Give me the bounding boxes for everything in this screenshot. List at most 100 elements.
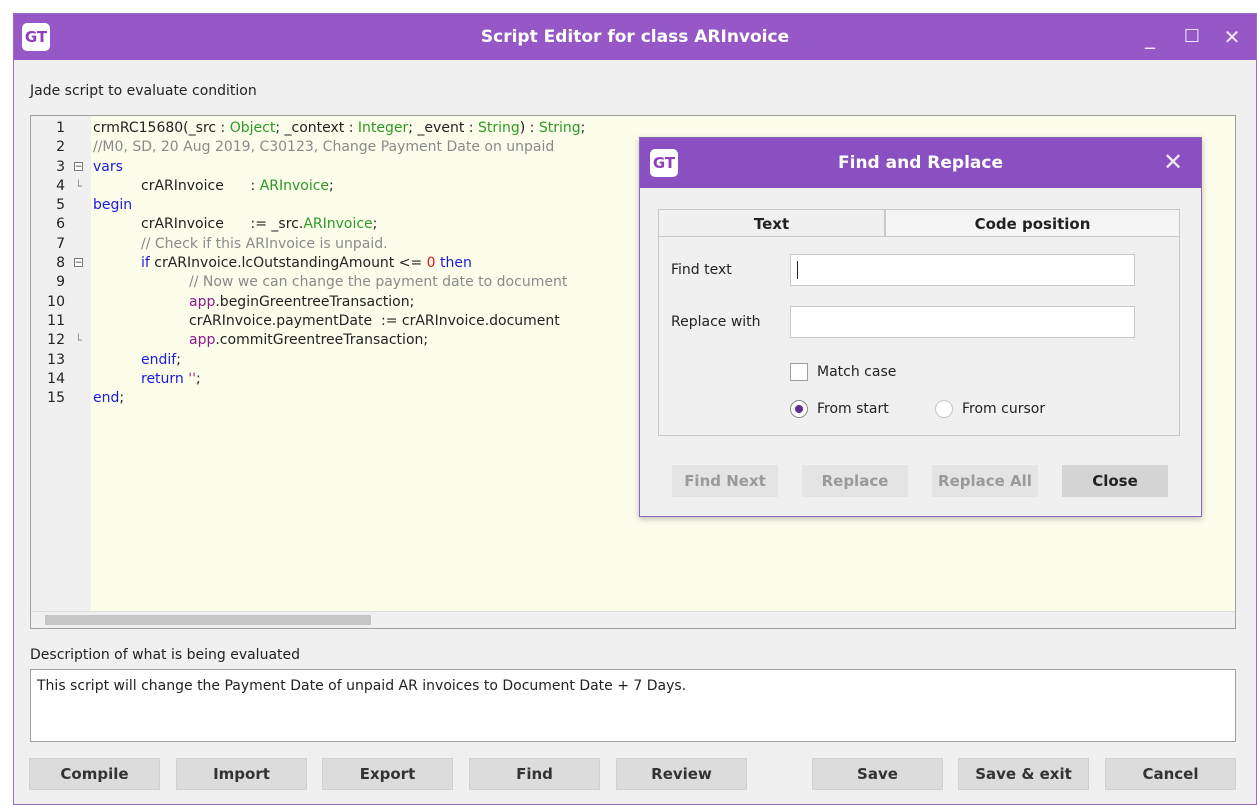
code-token: app	[189, 332, 216, 349]
code-token: ''	[188, 370, 196, 387]
code-token: return	[141, 370, 189, 387]
code-text[interactable]: crARInvoice := _src.ARInvoice;	[141, 215, 377, 234]
line-number: 13	[47, 351, 65, 368]
match-case-label[interactable]: Match case	[817, 364, 896, 380]
code-text[interactable]: crARInvoice.paymentDate := crARInvoice.d…	[189, 312, 560, 331]
compile-button[interactable]: Compile	[29, 758, 160, 790]
dialog-title-bar[interactable]: GT Find and Replace ✕	[640, 138, 1201, 188]
replace-button[interactable]: Replace	[802, 465, 908, 497]
code-token: // Now we can change the payment date to…	[189, 274, 568, 291]
code-token: ;	[329, 177, 334, 194]
line-number: 10	[47, 293, 65, 310]
match-case-checkbox[interactable]	[790, 363, 808, 381]
code-text[interactable]: if crARInvoice.lcOutstandingAmount <= 0 …	[141, 254, 472, 273]
from-start-radio[interactable]	[790, 400, 808, 418]
code-text[interactable]: // Check if this ARInvoice is unpaid.	[141, 235, 388, 254]
code-text[interactable]: endif;	[141, 351, 181, 370]
line-number: 5	[56, 197, 65, 214]
dialog-title: Find and Replace	[838, 153, 1003, 173]
line-number: 6	[56, 216, 65, 233]
save-button[interactable]: Save	[812, 758, 943, 790]
script-editor-window: GT Script Editor for class ARInvoice _ ☐…	[13, 13, 1257, 805]
fold-toggle-icon[interactable]: −	[74, 161, 83, 171]
code-token: .commitGreentreeTransaction;	[215, 332, 429, 349]
replace-with-input[interactable]	[790, 306, 1135, 338]
replace-with-label: Replace with	[671, 314, 761, 330]
close-window-button[interactable]: ✕	[1212, 22, 1252, 52]
find-text-label: Find text	[671, 262, 732, 278]
review-button[interactable]: Review	[616, 758, 747, 790]
maximize-button[interactable]: ☐	[1172, 22, 1212, 52]
save-exit-button[interactable]: Save & exit	[958, 758, 1089, 790]
code-token: ) :	[519, 120, 539, 136]
description-textarea[interactable]: This script will change the Payment Date…	[30, 669, 1236, 742]
scrollbar-thumb[interactable]	[45, 615, 371, 625]
code-token: String	[477, 120, 520, 136]
line-number: 3	[56, 158, 65, 175]
cancel-button[interactable]: Cancel	[1105, 758, 1236, 790]
code-token: Integer	[357, 120, 409, 136]
code-text[interactable]: // Now we can change the payment date to…	[189, 273, 567, 292]
from-cursor-radio[interactable]	[935, 400, 953, 418]
code-text[interactable]: //M0, SD, 20 Aug 2019, C30123, Change Pa…	[93, 138, 554, 157]
horizontal-scrollbar[interactable]	[31, 611, 1235, 628]
code-token: crARInvoice :	[141, 177, 260, 194]
line-number: 12	[47, 332, 65, 349]
code-line[interactable]: 1 crmRC15680(_src : Object; _context : In…	[31, 119, 1235, 138]
find-replace-dialog: GT Find and Replace ✕ Text Code position…	[639, 137, 1202, 517]
code-text[interactable]: begin	[93, 196, 132, 215]
code-token: ;	[176, 351, 181, 368]
fold-end-icon: └	[75, 334, 82, 348]
code-token: Object	[229, 120, 276, 136]
line-number: 4	[56, 177, 65, 194]
code-text[interactable]: crmRC15680(_src : Object; _context : Int…	[93, 119, 585, 138]
tab-text[interactable]: Text	[658, 209, 885, 238]
minimize-button[interactable]: _	[1130, 22, 1170, 52]
code-token: .beginGreentreeTransaction;	[215, 293, 415, 310]
code-token: crARInvoice.paymentDate := crARInvoice.d…	[189, 312, 560, 329]
line-number: 1	[56, 120, 65, 136]
find-text-input[interactable]	[790, 254, 1135, 286]
fold-toggle-icon[interactable]: −	[74, 258, 83, 268]
code-text[interactable]: end;	[93, 389, 124, 408]
code-token: endif	[141, 351, 177, 368]
text-caret	[797, 261, 798, 279]
line-number: 14	[47, 370, 65, 387]
code-token: ;	[372, 216, 378, 233]
line-number: 8	[56, 255, 65, 272]
export-button[interactable]: Export	[322, 758, 453, 790]
script-label: Jade script to evaluate condition	[30, 83, 257, 99]
code-token: // Check if this ARInvoice is unpaid.	[141, 235, 388, 252]
code-text[interactable]: app.beginGreentreeTransaction;	[189, 293, 414, 312]
fold-end-icon: └	[75, 179, 82, 193]
dialog-close-icon[interactable]: ✕	[1157, 146, 1189, 178]
code-token: ARInvoice	[303, 216, 373, 233]
replace-all-button[interactable]: Replace All	[932, 465, 1038, 497]
code-token: ;	[119, 390, 125, 407]
code-text[interactable]: return '';	[141, 370, 201, 389]
tab-code-position[interactable]: Code position	[885, 209, 1180, 237]
code-token: crARInvoice.lcOutstandingAmount <=	[154, 255, 427, 272]
code-text[interactable]: crARInvoice : ARInvoice;	[141, 177, 334, 196]
code-token: vars	[93, 158, 123, 175]
dialog-close-button[interactable]: Close	[1062, 465, 1168, 497]
code-token: 0	[426, 255, 436, 272]
line-number: 2	[56, 139, 65, 156]
import-button[interactable]: Import	[176, 758, 307, 790]
line-number: 15	[47, 390, 65, 407]
line-number: 11	[47, 312, 65, 329]
code-text[interactable]: vars	[93, 158, 123, 177]
window-title: Script Editor for class ARInvoice	[480, 27, 790, 47]
code-token: //M0, SD, 20 Aug 2019, C30123, Change Pa…	[93, 139, 555, 156]
code-token: crARInvoice := _src.	[141, 216, 304, 233]
find-button[interactable]: Find	[469, 758, 600, 790]
from-cursor-label[interactable]: From cursor	[962, 401, 1045, 417]
find-next-button[interactable]: Find Next	[672, 465, 778, 497]
code-token: ARInvoice	[259, 177, 330, 194]
code-token: crmRC15680(_src :	[93, 120, 230, 136]
title-bar[interactable]: GT Script Editor for class ARInvoice _ ☐…	[14, 14, 1256, 60]
from-start-label[interactable]: From start	[817, 401, 889, 417]
dialog-tabs: Text Code position	[658, 209, 1180, 238]
code-text[interactable]: app.commitGreentreeTransaction;	[189, 331, 428, 350]
description-label: Description of what is being evaluated	[30, 647, 301, 663]
